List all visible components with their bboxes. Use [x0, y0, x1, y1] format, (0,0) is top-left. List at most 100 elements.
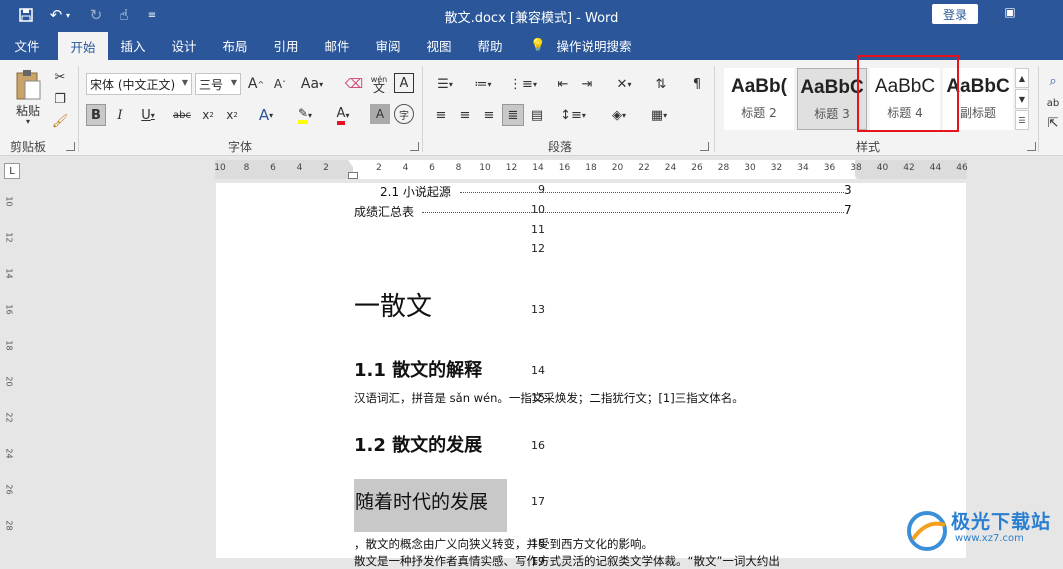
grow-font-icon[interactable]: A ^: [246, 73, 266, 95]
vertical-ruler-number: 10: [4, 196, 14, 207]
font-color-icon[interactable]: A ▾: [328, 104, 358, 126]
ruler-number: 44: [929, 163, 942, 173]
style-heading-2[interactable]: AaBb( 标题 2: [724, 68, 794, 130]
watermark-text: 极光下载站: [951, 511, 1052, 533]
ruler-number: 2: [376, 163, 382, 173]
paste-dropdown-icon[interactable]: ▾: [22, 116, 34, 126]
text-effects-icon[interactable]: A ▾: [252, 104, 280, 126]
tab-home[interactable]: 开始: [58, 32, 108, 60]
tab-layout[interactable]: 布局: [214, 30, 256, 60]
styles-scroll-up-icon[interactable]: ▲: [1015, 68, 1029, 88]
vertical-ruler[interactable]: 10 12 14 16 18 20 22 24 26 28: [0, 183, 26, 558]
shading-icon[interactable]: ◈ ▾: [602, 104, 636, 126]
bullets-icon[interactable]: ☰ ▾: [430, 73, 460, 95]
format-painter-icon[interactable]: 🖌: [50, 112, 70, 130]
chinese-layout-icon[interactable]: ✕ ▾: [608, 73, 640, 95]
font-name-select[interactable]: 宋体 (中文正文) ▼: [86, 73, 192, 95]
tell-me-search[interactable]: 操作说明搜索: [552, 30, 636, 60]
italic-icon[interactable]: I: [110, 104, 130, 126]
tab-mailings[interactable]: 邮件: [316, 30, 358, 60]
save-icon[interactable]: [14, 0, 38, 30]
tab-design[interactable]: 设计: [163, 30, 205, 60]
heading-2[interactable]: 1.1 散文的解释: [354, 356, 482, 382]
toc-page-number: 7: [844, 203, 852, 217]
align-center-icon[interactable]: ≡: [454, 104, 476, 126]
left-indent-marker[interactable]: [348, 172, 358, 179]
increase-indent-icon[interactable]: ⇥: [576, 73, 598, 95]
toc-entry[interactable]: 成绩汇总表: [354, 203, 414, 220]
heading-3-selected[interactable]: 随着时代的发展: [354, 479, 507, 532]
clear-formatting-icon[interactable]: ⌫: [344, 73, 364, 95]
login-button[interactable]: 登录: [932, 4, 978, 24]
touch-mode-icon[interactable]: ☝: [112, 0, 136, 30]
first-line-indent-marker[interactable]: [348, 160, 358, 167]
justify-icon[interactable]: ≣: [502, 104, 524, 126]
styles-scroll-down-icon[interactable]: ▼: [1015, 89, 1029, 109]
highlight-icon[interactable]: ✎ ▾: [288, 104, 322, 126]
cut-icon[interactable]: ✂: [50, 68, 70, 86]
numbering-icon[interactable]: ≔ ▾: [468, 73, 498, 95]
paragraph-launcher-icon[interactable]: [700, 142, 709, 151]
styles-more-icon[interactable]: ☰: [1015, 110, 1029, 130]
tab-review[interactable]: 审阅: [367, 30, 409, 60]
shrink-font-icon[interactable]: Aˇ: [270, 73, 290, 95]
ruler-number: 36: [823, 163, 836, 173]
tab-file[interactable]: 文件: [6, 30, 48, 60]
font-size-select[interactable]: 三号 ▼: [195, 73, 241, 95]
replace-icon[interactable]: ab: [1044, 92, 1062, 114]
character-shading-icon[interactable]: A: [370, 104, 390, 124]
heading-2[interactable]: 1.2 散文的发展: [354, 431, 482, 457]
body-paragraph[interactable]: 汉语词汇，拼音是 sǎn wén。一指文采焕发；二指犹行文；[1]三指文体名。: [354, 390, 744, 406]
character-border-icon[interactable]: A: [394, 73, 414, 93]
find-icon[interactable]: ⌕: [1044, 70, 1062, 92]
document-page[interactable]: 9 2.1 小说起源 3 10 成绩汇总表 7 11 12 13 一散文 14 …: [216, 183, 966, 568]
enclose-characters-icon[interactable]: 字: [394, 104, 414, 124]
ruler-number: 10: [479, 163, 491, 173]
styles-launcher-icon[interactable]: [1027, 142, 1036, 151]
site-watermark: 极光下载站 www.xz7.com: [905, 505, 1063, 555]
clipboard-launcher-icon[interactable]: [66, 142, 75, 151]
customize-icon[interactable]: ≡: [140, 0, 164, 30]
right-indent-marker[interactable]: [847, 172, 857, 179]
ribbon-display-options-icon[interactable]: ▣: [1000, 5, 1020, 23]
change-case-icon[interactable]: Aa ▾: [298, 73, 326, 95]
body-paragraph[interactable]: 散文是一种抒发作者真情实感、写作方式灵活的记叙类文学体裁。“散文”一词大约出: [354, 553, 954, 569]
bold-icon[interactable]: B: [86, 104, 106, 126]
decrease-indent-icon[interactable]: ⇤: [552, 73, 574, 95]
line-spacing-icon[interactable]: ↕≡ ▾: [556, 104, 590, 126]
sort-icon[interactable]: ⇅: [650, 73, 672, 95]
tab-references[interactable]: 引用: [265, 30, 307, 60]
paste-icon[interactable]: [12, 68, 44, 102]
ruler-number: 4: [402, 163, 409, 173]
tab-insert[interactable]: 插入: [112, 30, 154, 60]
vertical-ruler-number: 14: [4, 268, 14, 279]
ruler-number: 26: [691, 163, 703, 173]
multilevel-list-icon[interactable]: ⋮≡ ▾: [506, 73, 540, 95]
subscript-icon[interactable]: x2: [198, 104, 218, 126]
select-icon[interactable]: ⇱: [1044, 112, 1062, 134]
paragraph-group-label: 段落: [547, 140, 572, 154]
underline-icon[interactable]: U ▾: [134, 104, 162, 126]
redo-icon[interactable]: ↻: [84, 0, 108, 30]
copy-icon[interactable]: ❐: [50, 90, 70, 108]
tab-selector-icon[interactable]: L: [4, 163, 20, 179]
font-launcher-icon[interactable]: [410, 142, 419, 151]
tab-view[interactable]: 视图: [418, 30, 460, 60]
horizontal-ruler[interactable]: 10 8 6 4 2 2 4 6 8 10 12 14 16 18 20 22 24 26 28 30 32 34 36 38…: [214, 160, 968, 179]
strikethrough-icon[interactable]: abc: [168, 104, 196, 126]
align-right-icon[interactable]: ≡: [478, 104, 500, 126]
tab-help[interactable]: 帮助: [469, 30, 511, 60]
phonetic-guide-icon[interactable]: wén 文: [368, 73, 390, 95]
body-paragraph[interactable]: ，散文的概念由广义向狭义转变，并受到西方文化的影响。: [354, 536, 653, 552]
ruler-number: 20: [611, 163, 624, 173]
superscript-icon[interactable]: x2: [222, 104, 242, 126]
group-divider: [1038, 66, 1039, 152]
heading-1[interactable]: 一散文: [354, 286, 432, 323]
show-formatting-icon[interactable]: ¶: [686, 73, 708, 95]
borders-icon[interactable]: ▦ ▾: [642, 104, 676, 126]
align-left-icon[interactable]: ≡: [430, 104, 452, 126]
toc-entry[interactable]: 2.1 小说起源: [380, 183, 451, 200]
distributed-icon[interactable]: ▤: [526, 104, 548, 126]
undo-dropdown-icon[interactable]: ▾: [62, 0, 74, 30]
group-divider: [78, 66, 79, 152]
